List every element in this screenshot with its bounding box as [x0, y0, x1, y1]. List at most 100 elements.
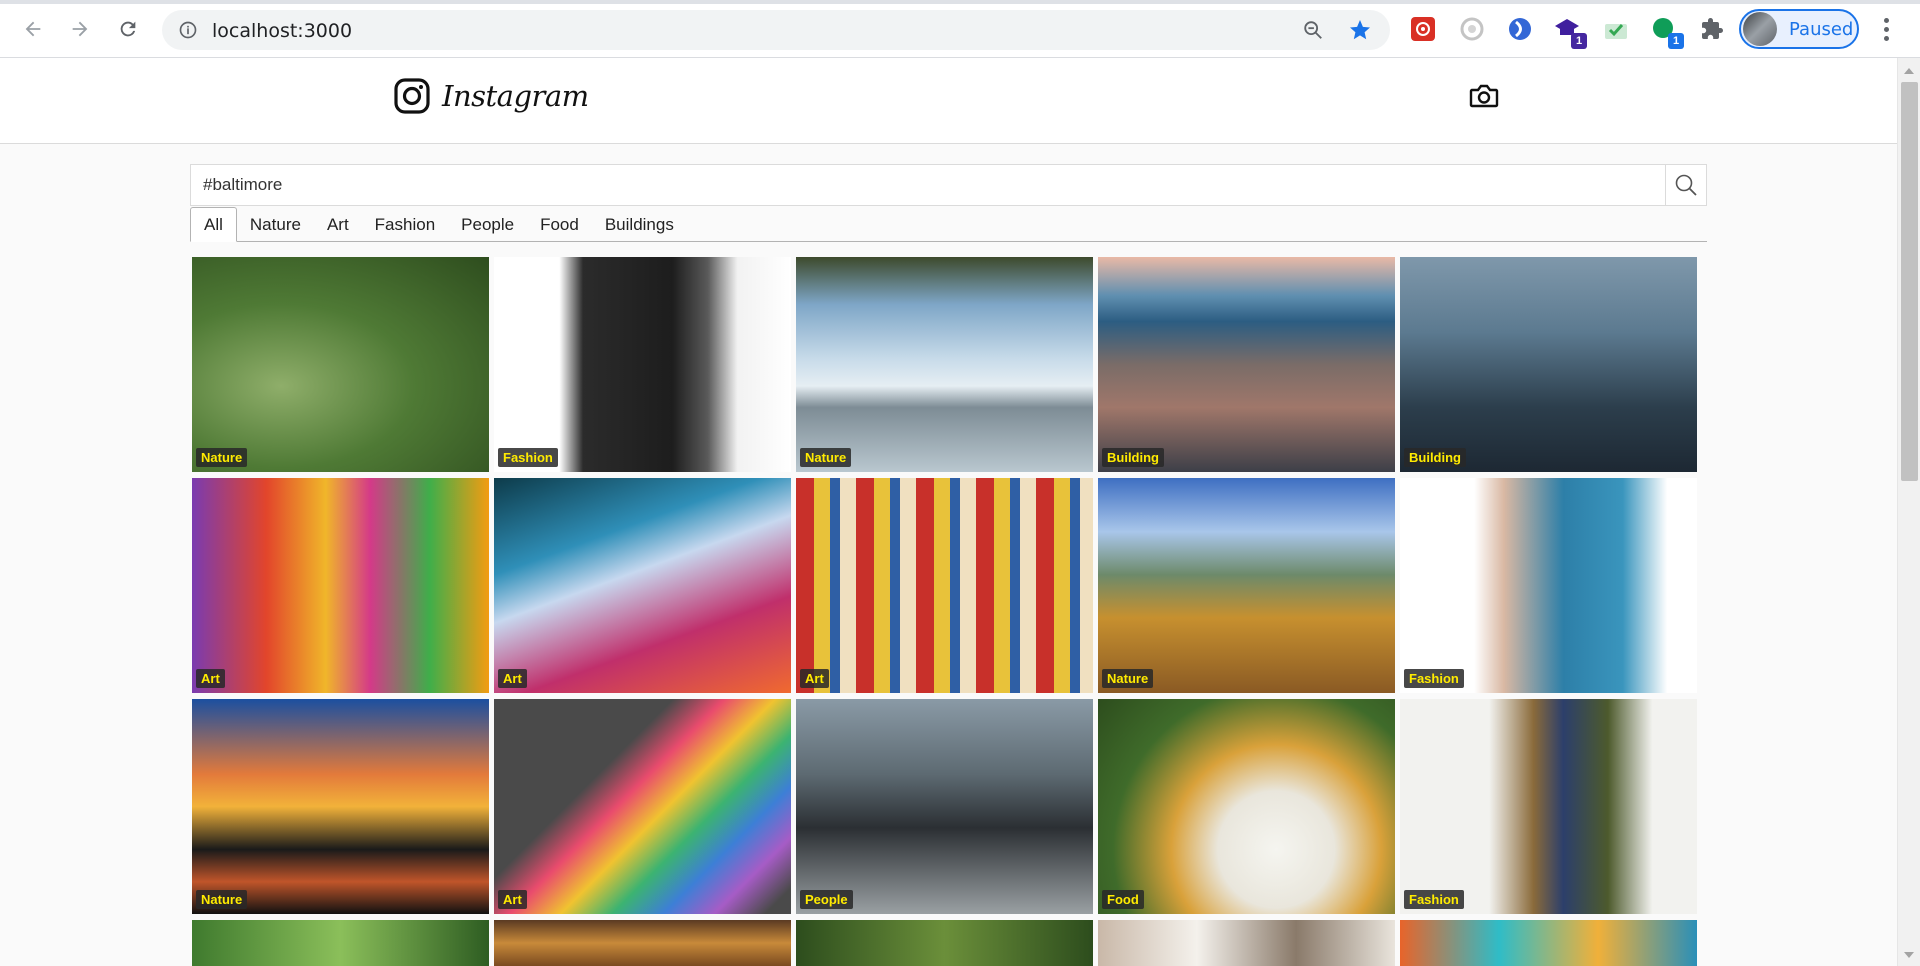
category-label: Art	[498, 890, 527, 909]
man-fashion-photo	[1400, 699, 1697, 914]
grid-tile[interactable]	[796, 920, 1093, 966]
category-label: Nature	[1102, 669, 1154, 688]
folk-painting-photo	[796, 478, 1093, 693]
tab-people[interactable]: People	[448, 207, 527, 242]
grid-tile[interactable]	[192, 920, 489, 966]
tab-food[interactable]: Food	[527, 207, 592, 242]
fashion-photo	[494, 257, 791, 472]
page-scrollbar[interactable]	[1897, 58, 1920, 966]
extensions-puzzle-icon[interactable]	[1698, 15, 1726, 43]
brand[interactable]: Instagram	[394, 78, 589, 114]
grid-tile[interactable]: Nature	[192, 699, 489, 914]
forest-photo	[192, 920, 489, 966]
search-icon	[1675, 174, 1697, 196]
lake-boats-photo	[796, 257, 1093, 472]
graffiti-photo	[1400, 920, 1697, 966]
tab-buildings[interactable]: Buildings	[592, 207, 687, 242]
back-arrow-icon	[25, 21, 41, 37]
bookmark-star-icon[interactable]	[1348, 18, 1372, 42]
search-input[interactable]	[191, 165, 1665, 205]
back-button[interactable]	[16, 12, 50, 46]
tab-all[interactable]: All	[190, 207, 237, 242]
category-label: Art	[196, 669, 225, 688]
grid-tile[interactable]: Art	[494, 699, 791, 914]
zoom-out-icon[interactable]	[1302, 19, 1324, 41]
extension-green-check-icon[interactable]	[1602, 15, 1630, 43]
grid-tile[interactable]: Art	[796, 478, 1093, 693]
address-bar[interactable]: localhost:3000	[162, 10, 1390, 50]
grid-tile[interactable]	[1400, 920, 1697, 966]
grid-tile[interactable]: People	[796, 699, 1093, 914]
category-label: Nature	[196, 890, 248, 909]
grid-tile[interactable]	[1098, 920, 1395, 966]
category-label: Nature	[800, 448, 852, 467]
grid-tile[interactable]: Art	[494, 478, 791, 693]
grid-tile[interactable]: Building	[1098, 257, 1395, 472]
grid-tile[interactable]: Nature	[192, 257, 489, 472]
category-label: Building	[1404, 448, 1466, 467]
category-label: Fashion	[1404, 669, 1464, 688]
tab-fashion[interactable]: Fashion	[362, 207, 448, 242]
grid-tile[interactable]: Nature	[1098, 478, 1395, 693]
city-skyline-photo	[1098, 257, 1395, 472]
grid-tile[interactable]: Nature	[796, 257, 1093, 472]
site-info-icon[interactable]	[178, 20, 198, 40]
scroll-down-arrow-icon[interactable]	[1904, 952, 1914, 958]
colored-pencils-photo	[494, 699, 791, 914]
search-bar	[190, 164, 1707, 206]
category-label: Food	[1102, 890, 1144, 909]
search-button[interactable]	[1665, 165, 1706, 205]
people-group-photo	[1098, 920, 1395, 966]
category-tabs: All Nature Art Fashion People Food Build…	[190, 207, 1707, 242]
reload-icon	[120, 21, 136, 37]
avatar	[1743, 12, 1777, 46]
tab-art[interactable]: Art	[314, 207, 362, 242]
tab-strip-edge	[0, 0, 1920, 4]
digital-art-photo	[494, 478, 791, 693]
category-label: Fashion	[1404, 890, 1464, 909]
leaf-photo	[192, 257, 489, 472]
extension-blue-swirl-icon[interactable]	[1506, 15, 1534, 43]
green-trees-photo	[796, 920, 1093, 966]
category-label: People	[800, 890, 853, 909]
forward-arrow-icon	[72, 21, 88, 37]
site-header: Instagram	[0, 58, 1897, 144]
tab-nature[interactable]: Nature	[237, 207, 314, 242]
grid-tile[interactable]: Fashion	[1400, 478, 1697, 693]
category-label: Nature	[196, 448, 248, 467]
category-label: Building	[1102, 448, 1164, 467]
profile-status: Paused	[1789, 18, 1854, 40]
grid-tile[interactable]	[494, 920, 791, 966]
browser-toolbar: localhost:3000 1 1 Paused	[0, 0, 1920, 58]
thali-food-photo	[1098, 699, 1395, 914]
crowd-street-photo	[796, 699, 1093, 914]
sunset-trees-photo	[192, 699, 489, 914]
burger-photo	[494, 920, 791, 966]
extension-badge: 1	[1668, 33, 1684, 49]
extension-gray-ring-icon[interactable]	[1458, 15, 1486, 43]
skyscrapers-photo	[1400, 257, 1697, 472]
forward-button[interactable]	[63, 12, 97, 46]
extension-green-chat-icon[interactable]: 1	[1650, 15, 1684, 49]
grid-tile[interactable]: Food	[1098, 699, 1395, 914]
instagram-logo-icon	[394, 78, 430, 114]
camera-button[interactable]	[1469, 83, 1499, 114]
browser-menu-icon[interactable]	[1876, 14, 1896, 44]
category-label: Fashion	[498, 448, 558, 467]
grid-tile[interactable]: Fashion	[1400, 699, 1697, 914]
scrollbar-thumb[interactable]	[1901, 82, 1918, 481]
painted-face-photo	[192, 478, 489, 693]
category-label: Art	[498, 669, 527, 688]
grid-tile[interactable]: Building	[1400, 257, 1697, 472]
extension-purple-cap-icon[interactable]: 1	[1553, 15, 1587, 49]
autumn-valley-photo	[1098, 478, 1395, 693]
grid-tile[interactable]: Fashion	[494, 257, 791, 472]
url-text[interactable]: localhost:3000	[212, 20, 352, 42]
scroll-up-arrow-icon[interactable]	[1904, 68, 1914, 74]
grid-tile[interactable]: Art	[192, 478, 489, 693]
profile-button[interactable]: Paused	[1739, 9, 1859, 49]
camera-icon	[1469, 84, 1499, 108]
reload-button[interactable]	[111, 12, 145, 46]
extension-red-icon[interactable]	[1409, 15, 1437, 43]
brand-wordmark: Instagram	[442, 79, 589, 113]
